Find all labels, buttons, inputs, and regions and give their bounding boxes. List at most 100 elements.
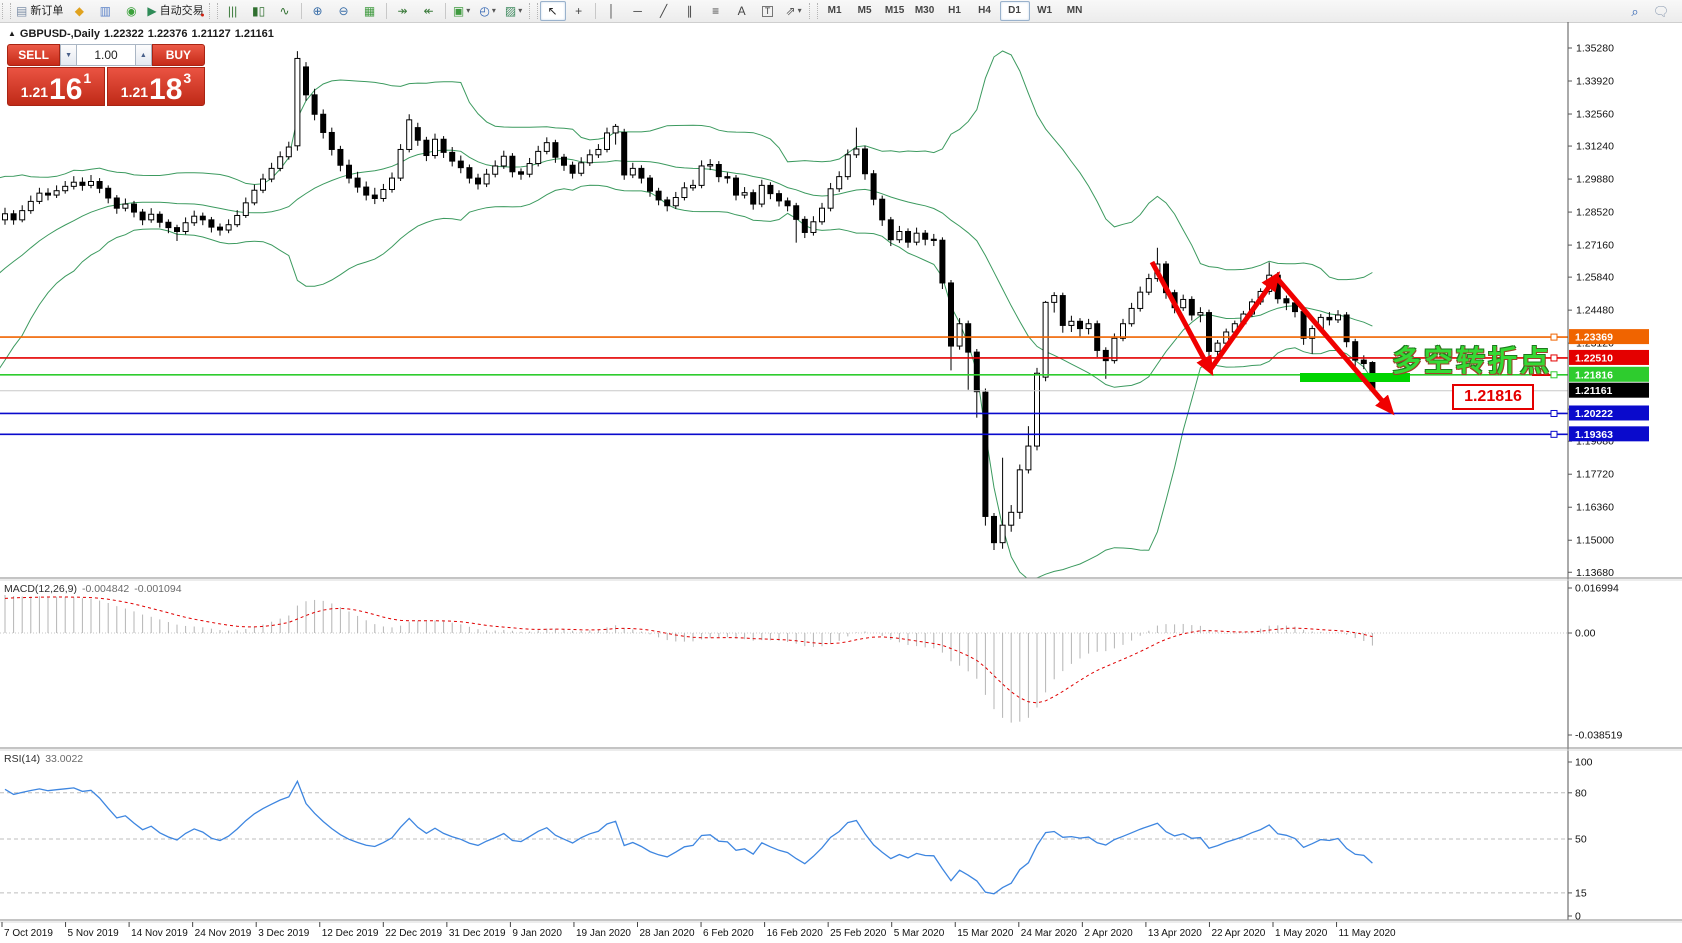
toolbar-separator: [445, 3, 446, 19]
timeframe-m30[interactable]: M30: [910, 1, 940, 21]
fibonacci-icon[interactable]: ≡: [703, 1, 729, 21]
date-tick: 16 Feb 2020: [767, 928, 824, 939]
date-tick: 24 Nov 2019: [195, 928, 252, 939]
sell-button[interactable]: SELL: [7, 44, 60, 66]
horizontal-level-lines[interactable]: [0, 337, 1568, 434]
macd-axis-tick: 0.016994: [1575, 582, 1619, 594]
zoom-out-icon[interactable]: ⊖: [331, 1, 357, 21]
new-chart-icon[interactable]: ▣▾: [449, 1, 475, 21]
volume-increase-button[interactable]: ▲: [135, 44, 152, 66]
trendline-icon[interactable]: ╱: [651, 1, 677, 21]
toolbar-separator: [386, 3, 387, 19]
toolbar-grip: [809, 3, 818, 19]
candle-chart-icon[interactable]: ▮▯: [246, 1, 272, 21]
date-tick: 12 Dec 2019: [322, 928, 379, 939]
price-tick: 1.33920: [1576, 76, 1614, 88]
price-tick: 1.27160: [1576, 240, 1614, 252]
macd-signal-value: -0.001094: [134, 583, 181, 595]
text-icon[interactable]: A: [729, 1, 755, 21]
sell-price-pip: 1: [83, 70, 91, 86]
chart-canvas[interactable]: 1.352801.339201.325601.312401.298801.285…: [0, 22, 1682, 943]
sell-price-small: 1.21: [21, 84, 48, 100]
volume-decrease-button[interactable]: ▼: [60, 44, 77, 66]
chart-surface: 1.352801.339201.325601.312401.298801.285…: [0, 22, 1682, 943]
price-tick: 1.16360: [1576, 502, 1614, 514]
chat-icon[interactable]: 🗨: [1648, 1, 1674, 21]
buy-price-display[interactable]: 1.21 18 3: [107, 67, 205, 106]
macd-signal-line: [5, 597, 1372, 703]
buy-price-small: 1.21: [121, 84, 148, 100]
date-tick: 15 Mar 2020: [957, 928, 1014, 939]
line-chart-icon[interactable]: ∿: [272, 1, 298, 21]
macd-name: MACD(12,26,9): [4, 583, 77, 595]
auto-scroll-icon[interactable]: ↠: [390, 1, 416, 21]
buy-button[interactable]: BUY: [152, 44, 205, 66]
symbols-icon[interactable]: ◆: [66, 1, 92, 21]
date-tick: 2 Apr 2020: [1084, 928, 1133, 939]
text-label-icon[interactable]: T: [755, 1, 781, 21]
zoom-in-icon[interactable]: ⊕: [305, 1, 331, 21]
timeframe-m5[interactable]: M5: [850, 1, 880, 21]
data-window-icon[interactable]: ▥: [92, 1, 118, 21]
periods-icon[interactable]: ◴▾: [475, 1, 501, 21]
date-tick: 1 May 2020: [1275, 928, 1328, 939]
rsi-axis-tick: 50: [1575, 834, 1587, 846]
date-tick: 14 Nov 2019: [131, 928, 188, 939]
price-callout-label[interactable]: 1.21816: [1452, 384, 1534, 410]
macd-axis-tick: 0.00: [1575, 628, 1596, 640]
mt4-window: ▤新订单◆▥◉▶●自动交易 |||▮▯∿ ⊕⊖▦ ↠↞ ▣▾◴▾▨▾ ↖+ │─╱∥≡AT⇗…: [0, 0, 1682, 943]
channel-icon[interactable]: ∥: [677, 1, 703, 21]
timeframe-h1[interactable]: H1: [940, 1, 970, 21]
timeframe-d1[interactable]: D1: [1000, 1, 1030, 21]
macd-main-value: -0.004842: [82, 583, 129, 595]
date-axis[interactable]: 7 Oct 2019 5 Nov 2019 14 Nov 2019 24 Nov 20…: [2, 922, 1396, 939]
horizontal-line-icon[interactable]: ─: [625, 1, 651, 21]
price-badge-text: 1.21816: [1575, 369, 1613, 381]
toolbar-separator: [595, 3, 596, 19]
sell-price-display[interactable]: 1.21 16 1: [7, 67, 105, 106]
vertical-line-icon[interactable]: │: [599, 1, 625, 21]
bar-chart-icon[interactable]: |||: [220, 1, 246, 21]
price-badge-text: 1.23369: [1575, 332, 1613, 344]
timeframe-h4[interactable]: H4: [970, 1, 1000, 21]
turning-point-annotation[interactable]: 多空转折点: [1392, 338, 1552, 380]
autotrading-icon[interactable]: ▶●自动交易: [144, 1, 206, 21]
date-tick: 19 Jan 2020: [576, 928, 631, 939]
price-tick: 1.17720: [1576, 469, 1614, 481]
date-tick: 9 Jan 2020: [512, 928, 562, 939]
date-tick: 11 May 2020: [1339, 928, 1397, 939]
price-tick: 1.28520: [1576, 207, 1614, 219]
macd-panel: [0, 595, 1568, 723]
date-tick: 5 Nov 2019: [68, 928, 120, 939]
sell-price-big: 16: [49, 76, 82, 103]
templates-icon[interactable]: ▨▾: [501, 1, 527, 21]
chart-shift-icon[interactable]: ↞: [416, 1, 442, 21]
collapse-triangle-icon[interactable]: ▲: [8, 29, 16, 38]
tile-windows-icon[interactable]: ▦: [357, 1, 383, 21]
trend-arrows[interactable]: [1152, 262, 1390, 410]
timeframe-mn[interactable]: MN: [1060, 1, 1090, 21]
price-axis[interactable]: 1.352801.339201.325601.312401.298801.285…: [1551, 22, 1649, 920]
chart-title: ▲GBPUSD-,Daily1.223221.223761.211271.211…: [8, 28, 278, 40]
rsi-axis-tick: 15: [1575, 887, 1587, 899]
crosshair-icon[interactable]: +: [566, 1, 592, 21]
level-edge-marker: [1551, 431, 1557, 437]
volume-input[interactable]: [77, 44, 135, 66]
timeframe-w1[interactable]: W1: [1030, 1, 1060, 21]
shapes-icon[interactable]: ⇗▾: [781, 1, 807, 21]
toolbar-grip: [209, 3, 218, 19]
timeframe-m1[interactable]: M1: [820, 1, 850, 21]
new-order-icon[interactable]: ▤新订单: [13, 1, 66, 21]
search-icon[interactable]: ⌕: [1622, 1, 1648, 21]
timeframe-m15[interactable]: M15: [880, 1, 910, 21]
date-tick: 7 Oct 2019: [4, 928, 53, 939]
date-tick: 13 Apr 2020: [1148, 928, 1202, 939]
price-badge-text: 1.22510: [1575, 352, 1613, 364]
cursor-icon[interactable]: ↖: [540, 1, 566, 21]
buy-price-big: 18: [149, 76, 182, 103]
macd-label: MACD(12,26,9) -0.004842 -0.001094: [4, 583, 182, 595]
navigator-icon[interactable]: ◉: [118, 1, 144, 21]
bollinger-bands: [0, 51, 1372, 579]
rsi-label: RSI(14)33.0022: [4, 753, 83, 765]
toolbar-grip: [2, 3, 11, 19]
